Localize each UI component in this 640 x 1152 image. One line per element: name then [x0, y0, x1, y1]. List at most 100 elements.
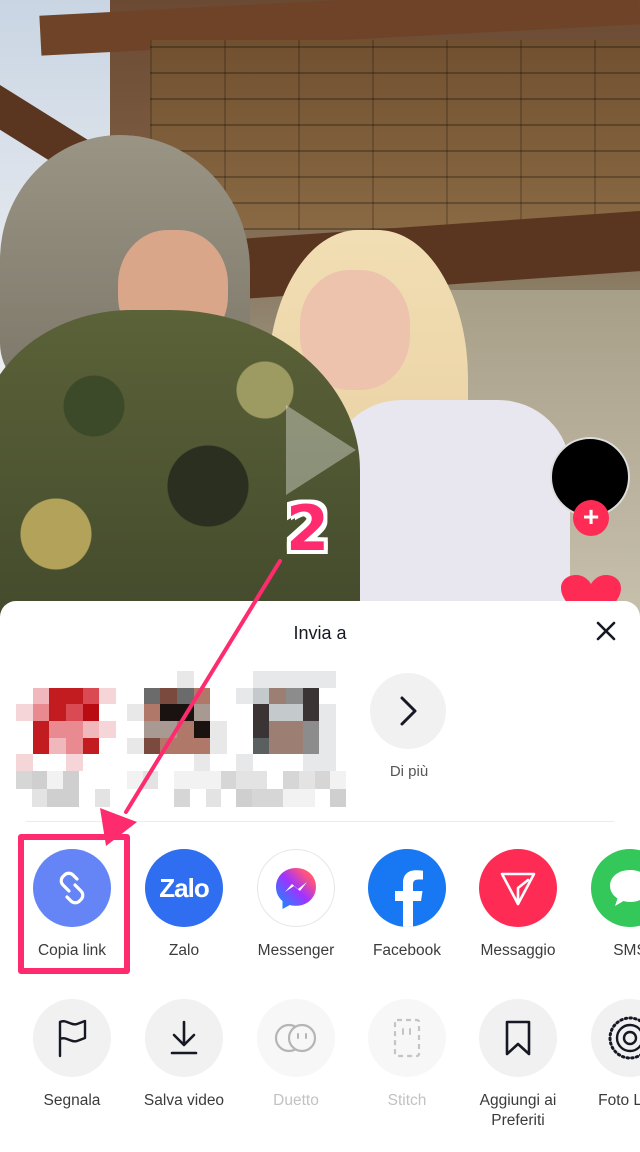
facebook-button[interactable] [368, 849, 446, 927]
share-sms[interactable]: SMS [574, 849, 640, 961]
duet-button[interactable] [257, 999, 335, 1077]
pixel-block [302, 704, 320, 721]
pixel-block [319, 737, 336, 755]
share-direct-message[interactable]: Messaggio [462, 849, 574, 961]
pixel-block [269, 687, 286, 705]
zalo-button[interactable]: Zalo [145, 849, 223, 927]
pixelated-contact-name [236, 771, 346, 807]
messenger-button[interactable] [257, 849, 335, 927]
pixel-block [302, 671, 320, 688]
pixel-block [302, 720, 320, 738]
stitch-label: Stitch [387, 1092, 427, 1109]
pixel-block [65, 737, 83, 755]
pixel-block [236, 789, 252, 807]
more-contacts-button[interactable]: Di più [370, 671, 448, 780]
pixel-block [236, 704, 253, 721]
pixel-block [314, 789, 331, 807]
pixel-block [221, 771, 237, 789]
pixel-block [193, 754, 211, 771]
pixel-block [82, 687, 100, 705]
pixel-block [143, 704, 161, 721]
live-photo-button[interactable] [591, 999, 640, 1077]
add-favorites-button[interactable] [479, 999, 557, 1077]
action-stitch[interactable]: Stitch [351, 999, 463, 1111]
pixel-block [251, 771, 268, 789]
pixel-block [32, 720, 50, 738]
pixel-block [94, 771, 111, 789]
pixel-block [65, 687, 83, 705]
duet-icon [274, 1023, 317, 1053]
pixel-block [330, 789, 346, 807]
pixel-block [82, 671, 100, 688]
pixel-block [160, 704, 177, 721]
more-contacts-label: Di più [389, 763, 429, 780]
pixel-block [285, 704, 303, 721]
add-favorites-label: Aggiungi ai Preferiti [479, 1092, 557, 1129]
pixel-block [65, 671, 83, 688]
pixel-block [221, 789, 237, 807]
pixel-block [236, 687, 253, 705]
pixel-block [319, 720, 336, 738]
pixel-block [251, 789, 268, 807]
pixel-block [31, 771, 48, 789]
pixel-block [82, 720, 100, 738]
pixel-block [158, 771, 175, 789]
direct-message-button[interactable] [479, 849, 557, 927]
pixel-block [160, 754, 177, 771]
action-save-video[interactable]: Salva video [128, 999, 240, 1111]
share-facebook[interactable]: Facebook [351, 849, 463, 961]
pixel-block [236, 737, 253, 755]
pixelated-contact-name [127, 771, 237, 807]
sms-button[interactable] [591, 849, 640, 927]
pixel-block [210, 754, 227, 771]
pixel-block [32, 704, 50, 721]
pixel-block [49, 720, 66, 738]
pixel-block [252, 671, 270, 688]
save-video-button[interactable] [145, 999, 223, 1077]
share-zalo[interactable]: Zalo Zalo [128, 849, 240, 961]
pixel-block [49, 687, 66, 705]
pixel-block [176, 687, 194, 705]
more-circle[interactable] [370, 673, 446, 749]
action-add-favorites[interactable]: Aggiungi ai Preferiti [462, 999, 574, 1131]
live-photo-icon [608, 1016, 640, 1060]
pixel-block [160, 687, 177, 705]
pixel-block [82, 754, 100, 771]
pixel-block [319, 754, 336, 771]
pixel-block [269, 737, 286, 755]
pixel-block [78, 789, 95, 807]
direct-message-icon [500, 872, 536, 906]
share-copy-link[interactable]: Copia link [16, 849, 128, 961]
pixel-block [99, 671, 116, 688]
pixel-block [285, 737, 303, 755]
pixel-block [127, 771, 143, 789]
share-sheet: Invia a Di più Copia link Zalo Zalo Mess… [0, 601, 640, 1152]
video-person-shirt [330, 400, 570, 620]
close-icon[interactable] [592, 617, 620, 645]
pixel-block [49, 704, 66, 721]
pixel-block [302, 737, 320, 755]
facebook-label: Facebook [372, 942, 442, 959]
pixel-block [32, 687, 50, 705]
pixel-block [143, 687, 161, 705]
pixel-block [49, 671, 66, 688]
share-messenger[interactable]: Messenger [240, 849, 352, 961]
pixel-block [127, 737, 144, 755]
action-live-photo[interactable]: Foto Live [574, 999, 640, 1111]
pixel-block [32, 754, 50, 771]
zalo-icon: Zalo [159, 872, 209, 903]
stitch-button[interactable] [368, 999, 446, 1077]
pixel-block [127, 720, 144, 738]
action-duet[interactable]: Duetto [240, 999, 352, 1111]
pixel-block [193, 687, 211, 705]
live-photo-label: Foto Live [598, 1092, 640, 1109]
pixel-block [127, 789, 143, 807]
report-button[interactable] [33, 999, 111, 1077]
messenger-label: Messenger [257, 942, 335, 959]
action-report[interactable]: Segnala [16, 999, 128, 1111]
follow-button[interactable]: + [573, 500, 609, 536]
report-label: Segnala [43, 1092, 101, 1109]
pixel-block [285, 754, 303, 771]
copy-link-button[interactable] [33, 849, 111, 927]
pixel-block [47, 789, 64, 807]
